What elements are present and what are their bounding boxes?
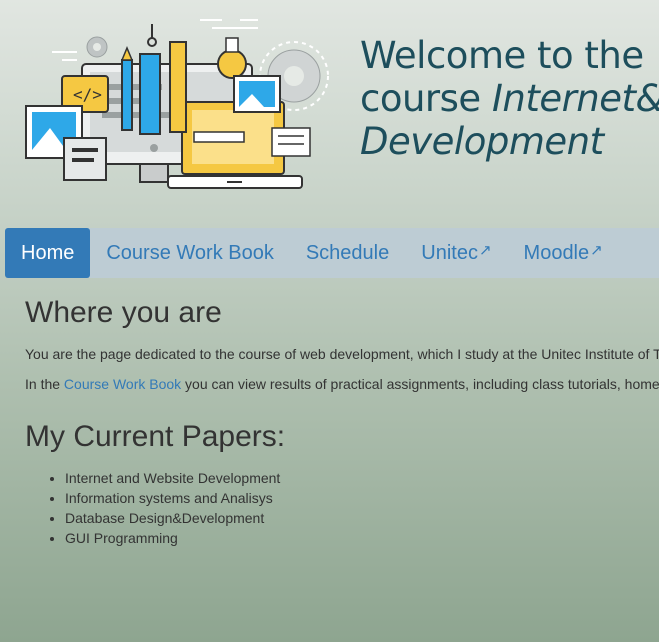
papers-list: Internet and Website Development Informa… xyxy=(25,468,659,548)
title-line-2: course Internet& xyxy=(360,77,659,120)
title-line-3: Development xyxy=(360,120,604,163)
course-work-book-link[interactable]: Course Work Book xyxy=(64,376,181,392)
nav-item-unitec[interactable]: Unitec ↗ xyxy=(405,228,507,278)
title-line-2-italic: Internet& xyxy=(491,77,659,120)
nav-item-moodle[interactable]: Moodle ↗ xyxy=(508,228,619,278)
external-link-icon: ↗ xyxy=(590,242,603,259)
nav-item-course-work-book[interactable]: Course Work Book xyxy=(90,228,289,278)
section-heading-where-you-are: Where you are xyxy=(25,296,222,329)
paragraph-text: you can view results of practical assign… xyxy=(181,376,659,392)
list-item: Internet and Website Development xyxy=(65,468,659,488)
nav-item-label: Schedule xyxy=(305,241,390,264)
nav-item-home[interactable]: Home xyxy=(5,228,91,278)
nav-item-label: Unitec xyxy=(421,241,478,264)
page-title: Welcome to the course Internet& Developm… xyxy=(360,34,659,163)
list-item: Information systems and Analisys xyxy=(65,488,659,508)
page-header: </> Welcome to the course Internet& Deve… xyxy=(0,0,659,228)
main-content: Where you are You are the page dedicated… xyxy=(25,296,659,548)
intro-paragraph: You are the page dedicated to the course… xyxy=(25,346,659,362)
web-development-illustration: </> xyxy=(25,19,329,189)
svg-text:</>: </> xyxy=(73,85,102,104)
title-line-1: Welcome to the xyxy=(360,34,644,77)
section-heading-current-papers: My Current Papers: xyxy=(25,420,286,453)
nav-item-label: Moodle xyxy=(523,241,590,264)
main-nav: Home Course Work Book Schedule Unitec ↗ … xyxy=(5,228,659,278)
course-work-paragraph: In the Course Work Book you can view res… xyxy=(25,376,659,392)
list-item: GUI Programming xyxy=(65,528,659,548)
paragraph-text: In the xyxy=(25,376,64,392)
nav-item-schedule[interactable]: Schedule xyxy=(290,228,405,278)
title-line-2-plain: course xyxy=(360,77,492,120)
external-link-icon: ↗ xyxy=(478,242,492,259)
nav-item-label: Home xyxy=(21,241,75,264)
nav-item-label: Course Work Book xyxy=(106,241,274,264)
list-item: Database Design&Development xyxy=(65,508,659,528)
